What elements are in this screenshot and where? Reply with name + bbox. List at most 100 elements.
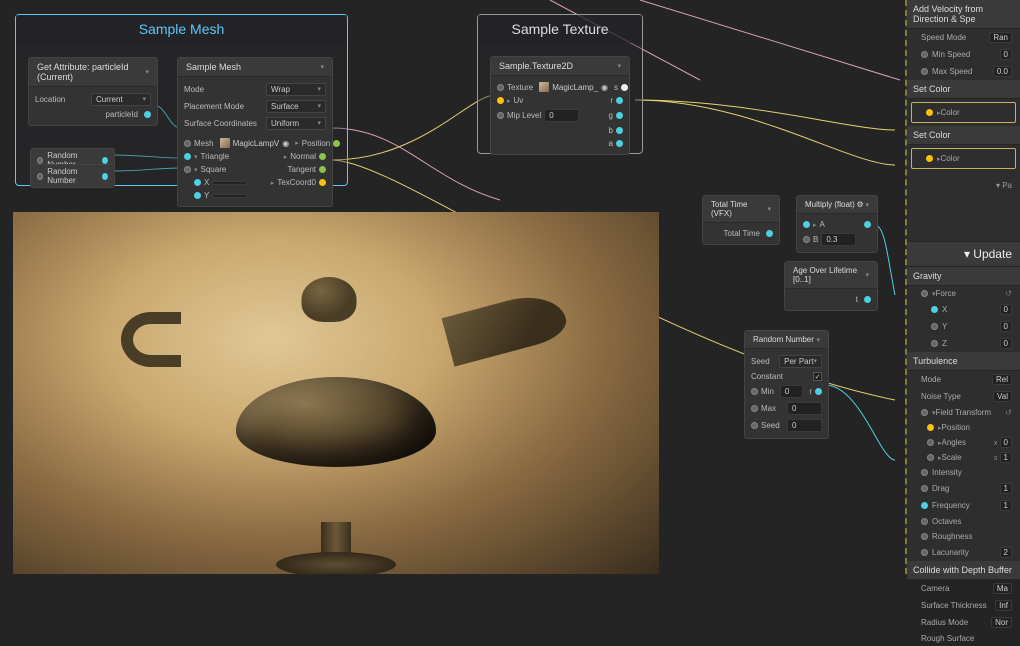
particleid-out-port[interactable] — [144, 111, 151, 118]
freq-port[interactable] — [921, 502, 928, 509]
random-number-node[interactable]: Random Number▾ SeedPer Part▾ Constant✓ M… — [744, 330, 829, 439]
gy-value[interactable]: 0 — [1000, 321, 1012, 332]
gx-port[interactable] — [931, 306, 938, 313]
texcoord-out-port[interactable] — [319, 179, 326, 186]
location-dropdown[interactable]: Current▾ — [91, 93, 151, 106]
chevron-down-icon[interactable]: ▾ — [865, 271, 869, 279]
chevron-down-icon[interactable]: ▾ — [865, 201, 869, 209]
x-in-port[interactable] — [194, 179, 201, 186]
s-out-port[interactable] — [621, 84, 628, 91]
age-out-port[interactable] — [864, 296, 871, 303]
mesh-in-port[interactable] — [184, 140, 191, 147]
tangent-out-port[interactable] — [319, 166, 326, 173]
sample-texture-node[interactable]: Sample.Texture2D ▾ Texture MagicLamp_◉ s… — [490, 56, 630, 155]
placement-dropdown[interactable]: Surface▾ — [266, 100, 326, 113]
field-port[interactable] — [921, 409, 928, 416]
coords-dropdown[interactable]: Uniform▾ — [266, 117, 326, 130]
texture-asset-field[interactable]: MagicLamp_◉ — [539, 82, 608, 92]
r-out-port[interactable] — [815, 388, 822, 395]
update-header[interactable]: ▾ Update — [907, 241, 1020, 267]
total-time-out-port[interactable] — [766, 230, 773, 237]
velocity-section-header[interactable]: Add Velocity from Direction & Spe — [907, 0, 1020, 29]
max-speed-port[interactable] — [921, 68, 928, 75]
max-speed-value[interactable]: 0.0 — [993, 66, 1012, 77]
mesh-asset-field[interactable]: MagicLampV◉ — [220, 138, 290, 148]
color-port-1[interactable] — [926, 109, 933, 116]
turb-pos-port[interactable] — [927, 424, 934, 431]
mode-dropdown[interactable]: Wrap▾ — [266, 83, 326, 96]
turb-mode-value[interactable]: Rel — [992, 374, 1012, 385]
gz-port[interactable] — [931, 340, 938, 347]
sample-mesh-node[interactable]: Sample Mesh ▾ ModeWrap▾ Placement ModeSu… — [177, 57, 333, 207]
y-in-port[interactable] — [194, 192, 201, 199]
min-speed-value[interactable]: 0 — [1000, 49, 1012, 60]
multiply-out-port[interactable] — [864, 221, 871, 228]
random-number-pill-2[interactable]: Random Number — [30, 164, 115, 188]
g-out-port[interactable] — [616, 112, 623, 119]
a-in-port[interactable] — [803, 221, 810, 228]
seed2-field[interactable]: 0 — [787, 419, 822, 432]
seed-dropdown[interactable]: Per Part▾ — [779, 355, 822, 368]
collide-header[interactable]: Collide with Depth Buffer — [907, 561, 1020, 580]
min-field[interactable]: 0 — [780, 385, 803, 398]
mip-field[interactable]: 0 — [544, 109, 579, 122]
force-port[interactable] — [921, 290, 928, 297]
lacunarity-port[interactable] — [921, 549, 928, 556]
max-in-port[interactable] — [751, 405, 758, 412]
min-in-port[interactable] — [751, 388, 758, 395]
camera-value[interactable]: Ma — [993, 583, 1012, 594]
octaves-port[interactable] — [921, 518, 928, 525]
intensity-port[interactable] — [921, 469, 928, 476]
roughness-port[interactable] — [921, 533, 928, 540]
radius-mode-value[interactable]: Nor — [991, 617, 1012, 628]
set-color-header-2[interactable]: Set Color — [907, 126, 1020, 145]
noise-type-value[interactable]: Val — [993, 391, 1012, 402]
x-field[interactable] — [212, 181, 247, 185]
random-out-port[interactable] — [102, 157, 108, 164]
b-field[interactable]: 0.3 — [821, 233, 856, 246]
chevron-down-icon[interactable]: ▾ — [816, 336, 820, 344]
chevron-down-icon[interactable]: ▾ — [320, 63, 324, 71]
total-time-node[interactable]: Total Time (VFX)▾ Total Time — [702, 195, 780, 245]
texture-in-port[interactable] — [497, 84, 504, 91]
b-in-port[interactable] — [803, 236, 810, 243]
triangle-in-port[interactable] — [184, 153, 191, 160]
reset-icon[interactable]: ↺ — [1005, 408, 1012, 417]
drag-value[interactable]: 1 — [1000, 483, 1012, 494]
get-attribute-node[interactable]: Get Attribute: particleId (Current) ▾ Lo… — [28, 57, 158, 126]
a-out-port[interactable] — [616, 140, 623, 147]
min-speed-port[interactable] — [921, 51, 928, 58]
b-out-port[interactable] — [616, 127, 623, 134]
mip-in-port[interactable] — [497, 112, 504, 119]
max-field[interactable]: 0 — [787, 402, 822, 415]
age-over-lifetime-node[interactable]: Age Over Lifetime [0..1]▾ t — [784, 261, 878, 311]
lacunarity-value[interactable]: 2 — [1000, 547, 1012, 558]
normal-out-port[interactable] — [319, 153, 326, 160]
frequency-value[interactable]: 1 — [1000, 500, 1012, 511]
gear-icon[interactable]: ⚙ — [857, 200, 864, 209]
constant-checkbox[interactable]: ✓ — [813, 372, 822, 381]
turb-ang-port[interactable] — [927, 439, 934, 446]
color-port-2[interactable] — [926, 155, 933, 162]
chevron-down-icon[interactable]: ▾ — [145, 68, 149, 76]
multiply-node[interactable]: Multiply (float)⚙▾ ▸A B0.3 — [796, 195, 878, 253]
uv-in-port[interactable] — [497, 97, 504, 104]
gz-value[interactable]: 0 — [1000, 338, 1012, 349]
gravity-header[interactable]: Gravity — [907, 267, 1020, 286]
thickness-value[interactable]: Inf — [995, 600, 1012, 611]
speed-mode-value[interactable]: Ran — [989, 32, 1012, 43]
r-out-port[interactable] — [616, 97, 623, 104]
seed2-in-port[interactable] — [751, 422, 758, 429]
drag-port[interactable] — [921, 485, 928, 492]
y-field[interactable] — [212, 194, 247, 198]
gx-value[interactable]: 0 — [1000, 304, 1012, 315]
turb-scale-port[interactable] — [927, 454, 934, 461]
set-color-header-1[interactable]: Set Color — [907, 80, 1020, 99]
position-out-port[interactable] — [333, 140, 340, 147]
reset-icon[interactable]: ↺ — [1005, 289, 1012, 298]
square-in-port[interactable] — [184, 166, 191, 173]
random-out-port[interactable] — [102, 173, 108, 180]
chevron-down-icon[interactable]: ▾ — [767, 205, 771, 213]
chevron-down-icon[interactable]: ▾ — [617, 62, 621, 70]
gy-port[interactable] — [931, 323, 938, 330]
